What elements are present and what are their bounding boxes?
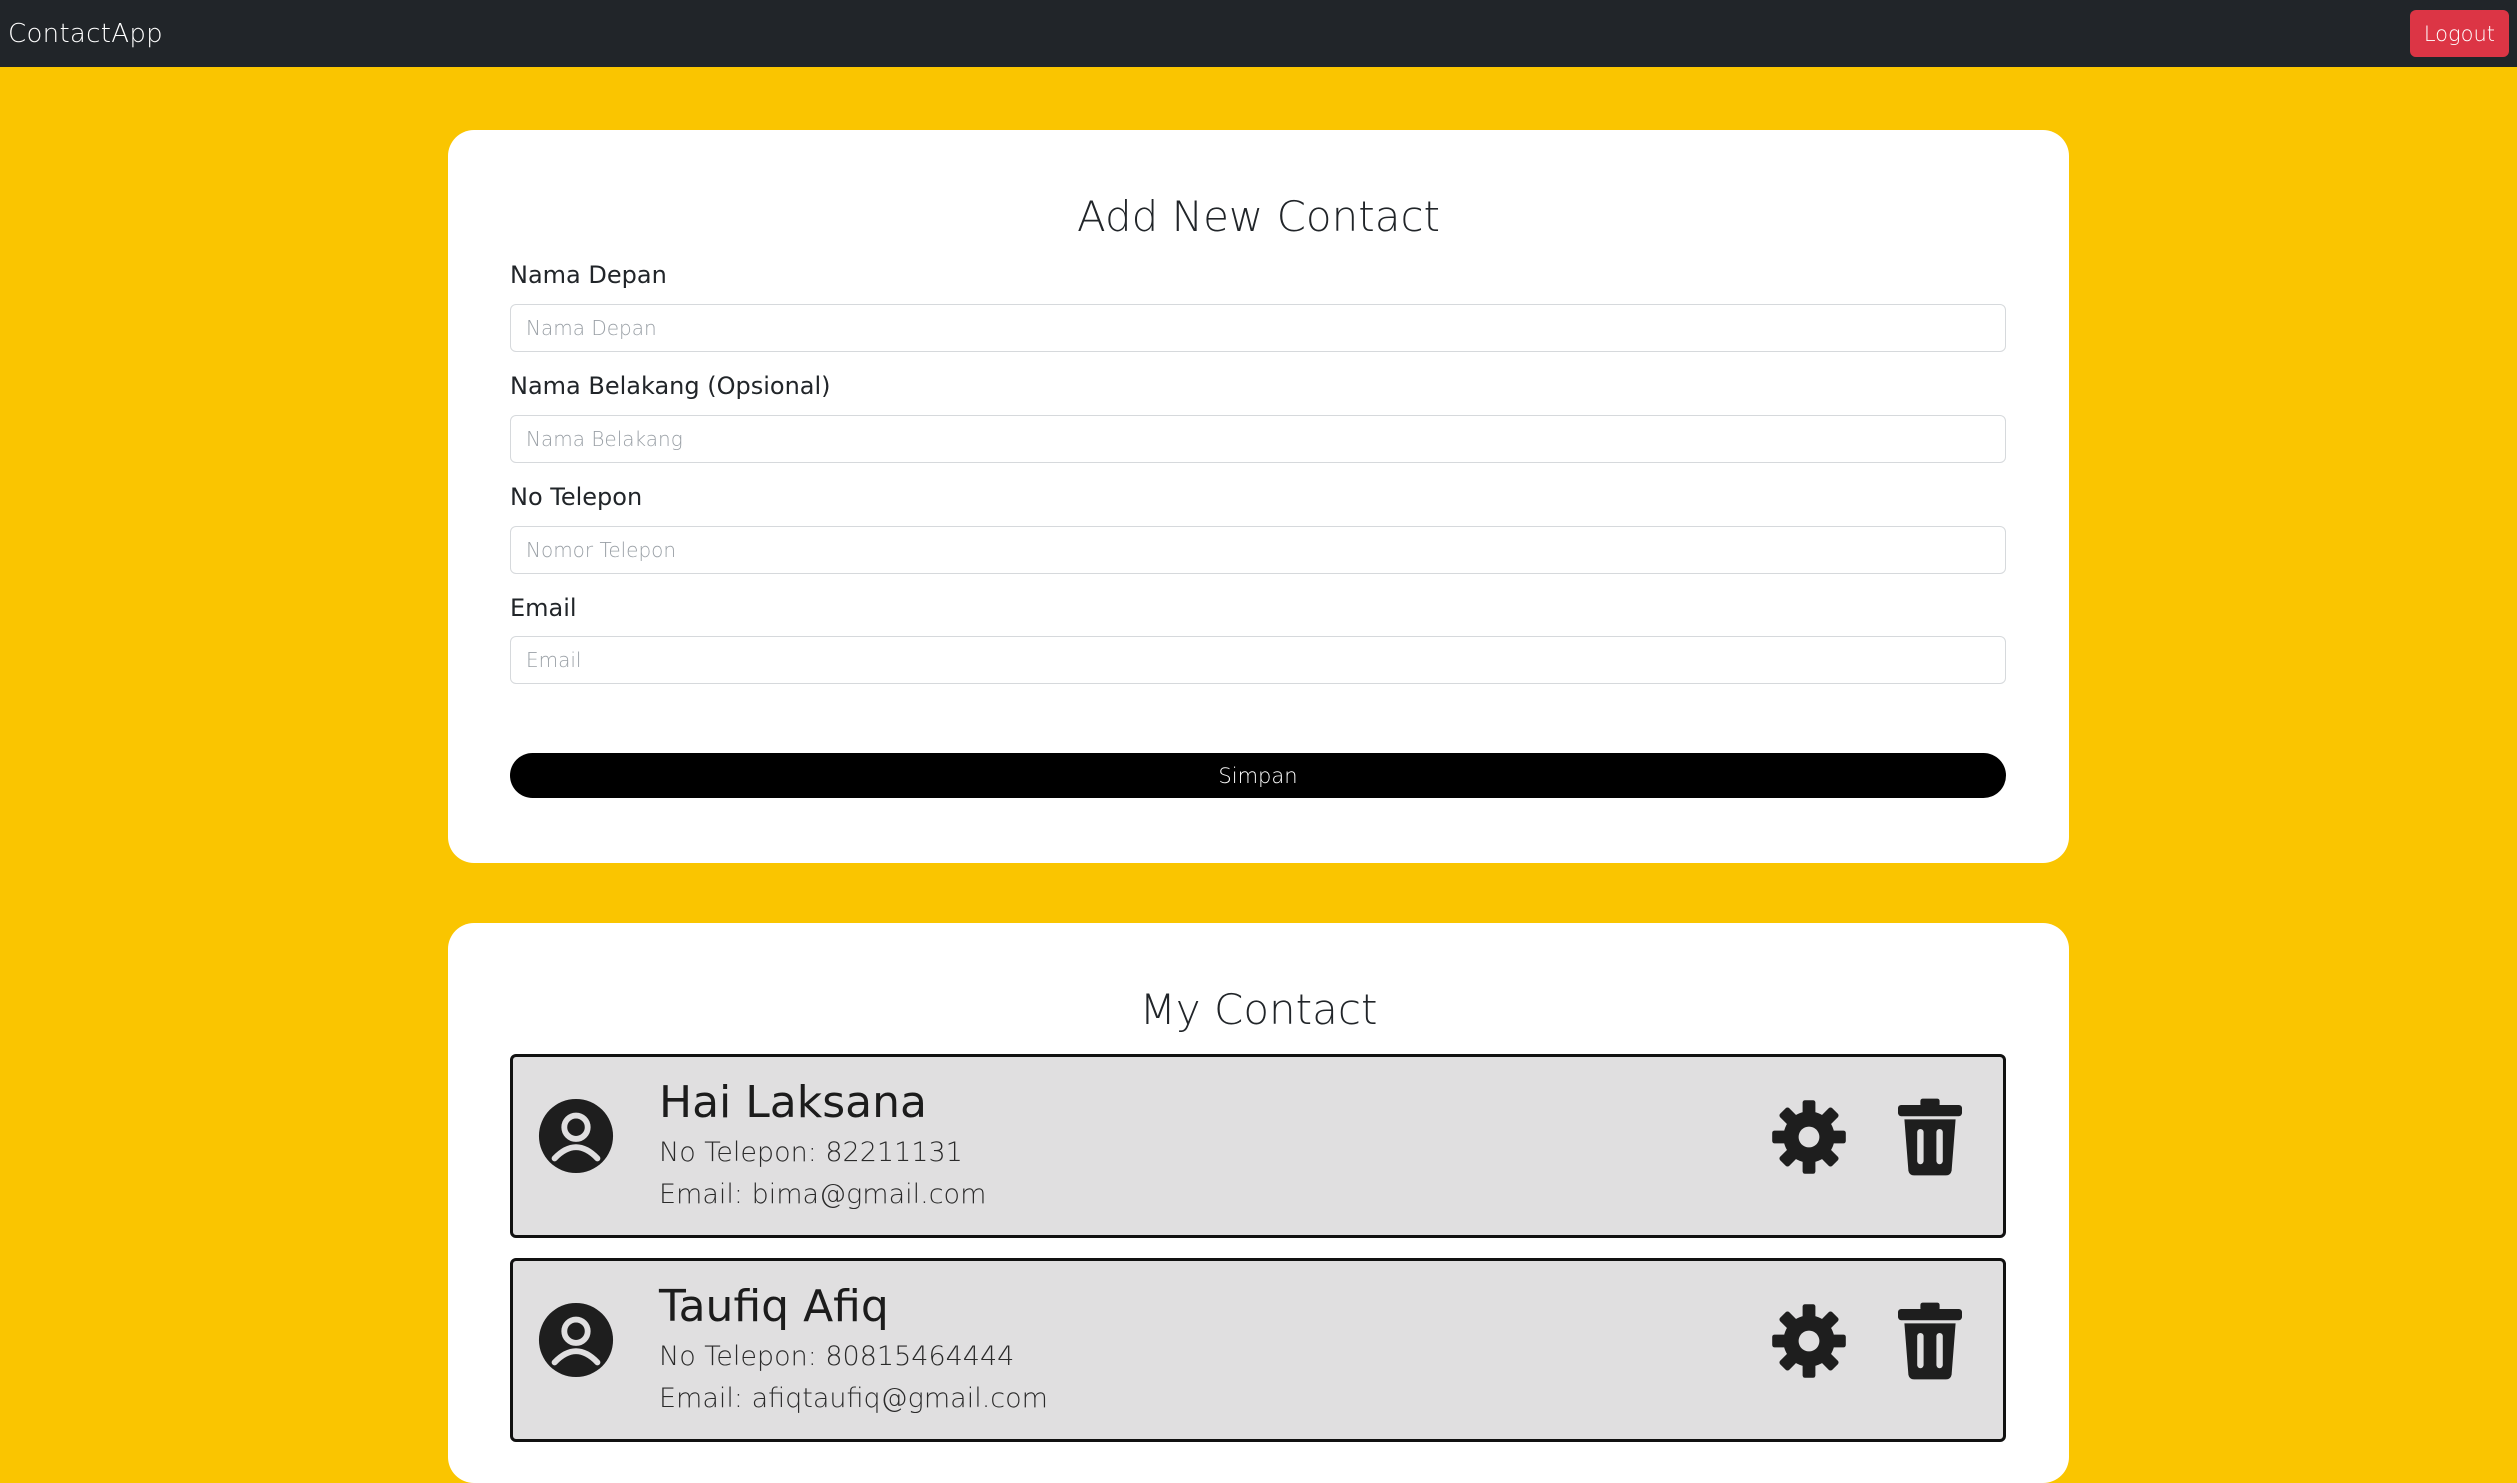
user-avatar-icon [538, 1098, 614, 1174]
contacts-title: My Contact [1139, 985, 1378, 1034]
form-title: Add New Contact [1076, 192, 1441, 241]
contact-item: Hai Laksana No Telepon: 82211131 Email: … [510, 1054, 2006, 1238]
phone-input[interactable] [510, 526, 2006, 574]
top-navbar: ContactApp Logout [0, 0, 2517, 67]
phone-label: No Telepon [510, 483, 643, 511]
first-name-label: Nama Depan [510, 261, 667, 289]
user-avatar-icon [538, 1302, 614, 1378]
trash-icon[interactable] [1895, 1301, 1965, 1381]
app-brand[interactable]: ContactApp [8, 19, 163, 49]
email-label: Email [510, 594, 577, 622]
contact-email: Email: afiqtaufiq@gmail.com [659, 1383, 1048, 1414]
contact-email: Email: bima@gmail.com [659, 1179, 987, 1210]
logout-button[interactable]: Logout [2409, 10, 2509, 57]
last-name-input[interactable] [510, 415, 2006, 463]
contact-name: Taufiq Afiq [659, 1281, 889, 1332]
last-name-label: Nama Belakang (Opsional) [510, 372, 831, 400]
save-button[interactable]: Simpan [510, 753, 2006, 798]
email-input[interactable] [510, 636, 2006, 684]
gear-icon[interactable] [1769, 1097, 1849, 1177]
contact-item: Taufiq Afiq No Telepon: 80815464444 Emai… [510, 1258, 2006, 1442]
contact-phone: No Telepon: 82211131 [659, 1137, 963, 1168]
contact-list-card: My Contact Hai Laksana No Telepon: 82211… [448, 923, 2069, 1483]
contact-name: Hai Laksana [659, 1077, 927, 1128]
trash-icon[interactable] [1895, 1097, 1965, 1177]
first-name-input[interactable] [510, 304, 2006, 352]
gear-icon[interactable] [1769, 1301, 1849, 1381]
contact-phone: No Telepon: 80815464444 [659, 1341, 1015, 1372]
add-contact-card: Add New Contact Nama Depan Nama Belakang… [448, 130, 2069, 863]
